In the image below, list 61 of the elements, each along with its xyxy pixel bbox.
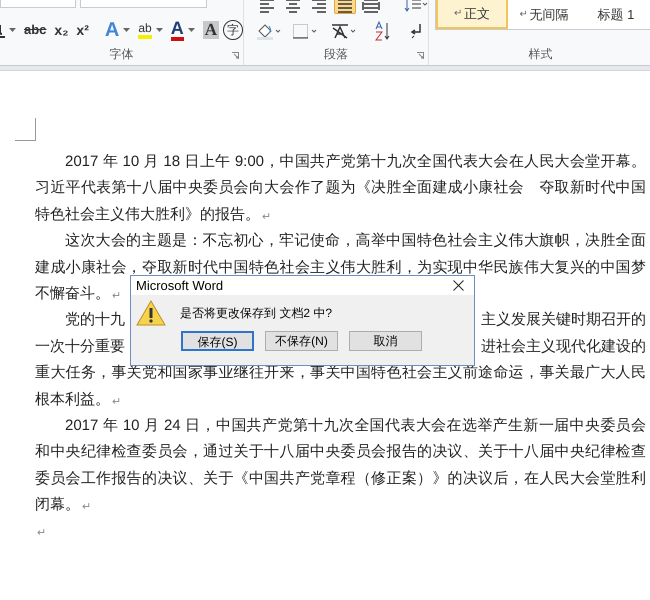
dialog-launcher-icon[interactable]	[232, 52, 239, 59]
close-icon[interactable]	[453, 280, 464, 291]
document-line: 建成小康社会，夺取新时代中国特色社会主义伟大胜利，为实现中华民族伟大复兴的中国梦	[35, 258, 646, 278]
enclose-characters-button[interactable]: 字	[222, 20, 243, 40]
sort-icon[interactable]	[374, 21, 392, 41]
superscript-button[interactable]: x²	[76, 20, 89, 40]
strikethrough-button[interactable]: abc	[24, 20, 46, 40]
group-label: 字体	[109, 46, 134, 63]
warning-icon	[136, 300, 166, 326]
document-line: 根本利益。	[35, 390, 110, 410]
document-line: 2017 年 10 月 18 日上午 9:00，中国共产党第十九次全国代表大会在人民大会堂开幕。	[65, 152, 646, 172]
dialog-button[interactable]: 不保存(N)	[265, 331, 338, 351]
document-line: 进社会主义现代化建设的	[481, 336, 646, 357]
font-size-field[interactable]	[80, 0, 207, 8]
group-label: 样式	[528, 46, 552, 63]
caret-icon[interactable]	[123, 28, 130, 32]
caret-icon[interactable]	[9, 28, 16, 32]
line-spacing-icon[interactable]	[404, 0, 428, 12]
style-item[interactable]: ↵无间隔	[508, 0, 580, 29]
caret-icon[interactable]	[188, 28, 195, 32]
page-corner-mark	[15, 118, 37, 142]
document-line: 不懈奋斗。	[35, 284, 110, 304]
dialog-launcher-icon[interactable]	[416, 52, 424, 59]
underline-icon[interactable]	[0, 22, 5, 38]
paragraph-mark: ↵	[454, 7, 462, 21]
paragraph-mark: ↵	[82, 500, 91, 516]
font-name-field[interactable]	[0, 0, 76, 8]
document-line: 一次十分重要	[35, 336, 125, 357]
caret-icon[interactable]	[156, 28, 163, 32]
document-line: 习近平代表第十八届中央委员会向大会作了题为《决胜全面建成小康社会 夺取新时代中国	[35, 178, 646, 198]
dialog-title: Microsoft Word	[136, 276, 224, 295]
justify-button[interactable]	[334, 0, 356, 14]
paragraph-mark: ↵	[112, 288, 121, 304]
text-effects-button[interactable]: A	[104, 15, 120, 45]
chinese-layout-icon[interactable]	[330, 22, 358, 40]
font-color-button[interactable]: A	[170, 19, 184, 41]
highlight-button[interactable]: ab	[138, 21, 152, 39]
dialog-button[interactable]: 取消	[349, 331, 422, 351]
subscript-button[interactable]: x₂	[54, 20, 68, 40]
paragraph-mark: ↵	[519, 8, 528, 22]
document-line: 委员会工作报告的决议、关于《中国共产党章程（修正案）》的决议后，在人民大会堂胜利	[35, 468, 646, 489]
document-line: 这次大会的主题是：不忘初心，牢记使命，高举中国特色社会主义伟大旗帜，决胜全面	[65, 231, 646, 252]
document-line: 主义发展关键时期召开的	[481, 310, 646, 330]
show-marks-icon[interactable]	[410, 23, 422, 39]
document-line: 和中央纪律检查委员会，通过关于十八届中央委员会报告的决议、关于十八届中央纪律检查	[35, 442, 646, 462]
shading-icon[interactable]	[256, 22, 282, 40]
paragraph-mark: ↵	[112, 394, 121, 410]
dialog-button[interactable]: 保存(S)	[181, 331, 254, 351]
document-line: 闭幕。	[35, 495, 80, 516]
group-label: 段落	[324, 46, 348, 63]
distributed-button[interactable]	[360, 0, 382, 14]
style-item[interactable]: ↵正文	[436, 0, 508, 29]
dialog-message: 是否将更改保存到 文档2 中?	[180, 305, 332, 322]
document-line: 党的十九	[65, 310, 125, 330]
paragraph-mark: ↵	[262, 210, 271, 225]
document-line: 2017 年 10 月 24 日，中国共产党第十九次全国代表大会在选举产生新一届中央委员会	[65, 416, 646, 436]
paragraph-mark: ↵	[37, 526, 46, 542]
style-item[interactable]: 标题 1	[580, 0, 650, 29]
borders-icon[interactable]	[292, 22, 318, 40]
character-shading-button[interactable]: A	[202, 21, 219, 39]
document-line: 特色社会主义伟大胜利》的报告。	[35, 204, 260, 225]
